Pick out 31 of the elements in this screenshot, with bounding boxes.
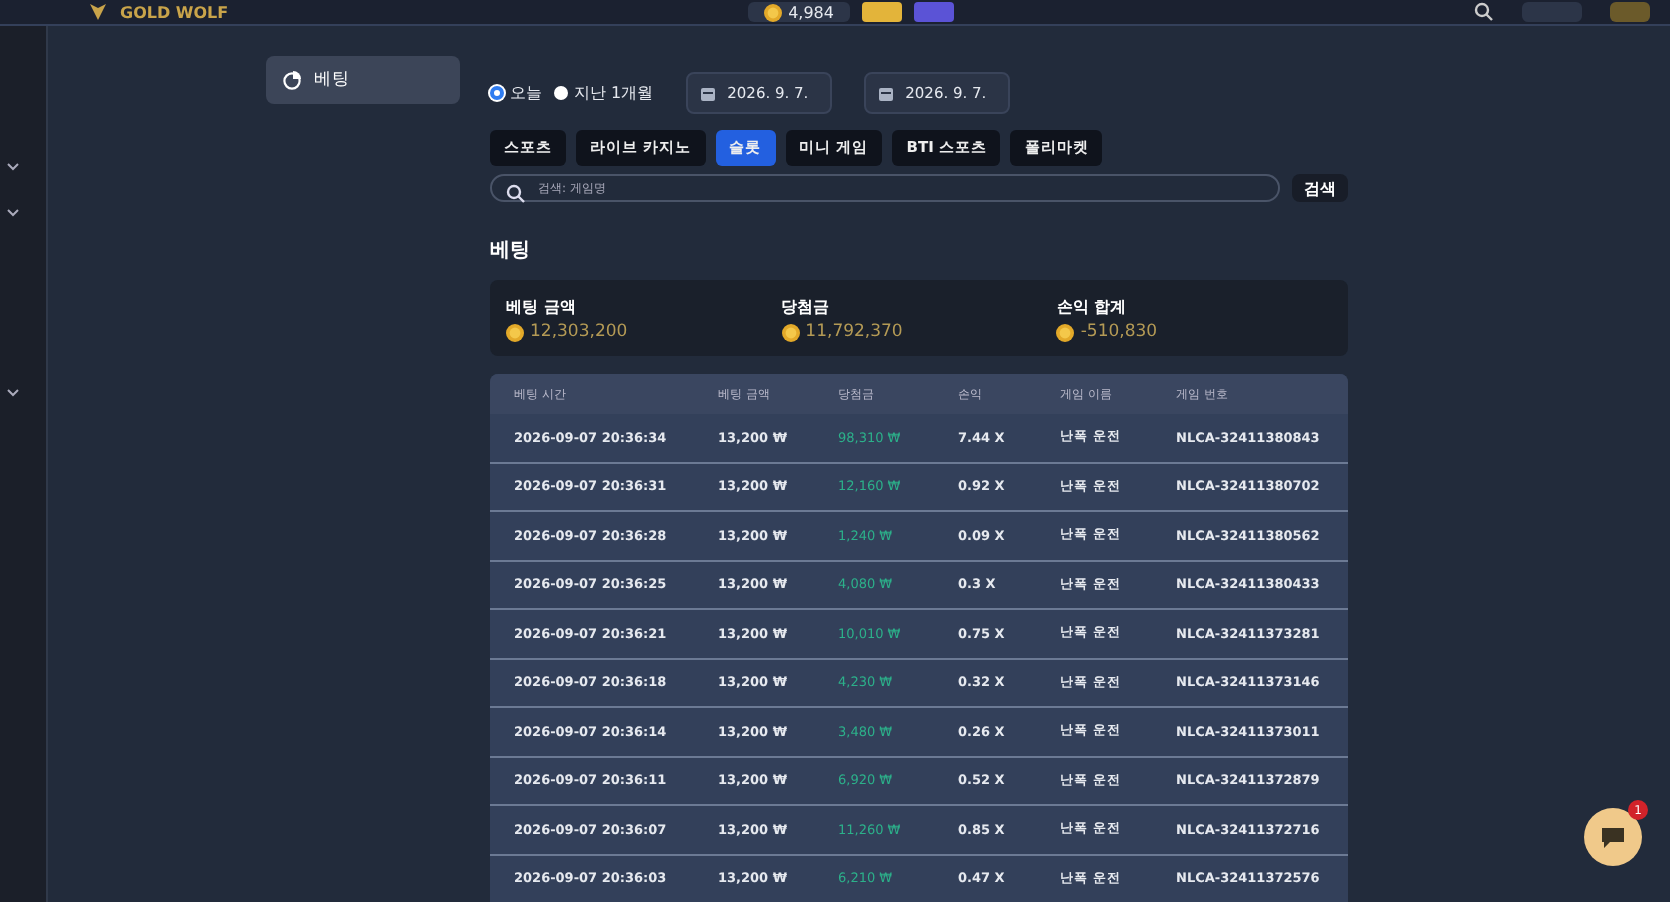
calendar-icon [699, 85, 716, 101]
summary-value: 11,792,370 [805, 322, 903, 342]
calendar-icon [877, 85, 894, 101]
coin-icon [781, 323, 800, 341]
search-icon [506, 183, 526, 203]
radio-label: 지난 1개월 [574, 82, 654, 104]
summary-value: 12,303,200 [530, 322, 628, 342]
chevron-down-icon[interactable] [6, 388, 20, 398]
radio-label: 오늘 [510, 82, 542, 104]
coin-icon [764, 3, 783, 21]
logo-icon [88, 2, 108, 22]
coin-icon [506, 323, 524, 341]
pie-chart-icon [282, 70, 302, 90]
cart-button[interactable] [861, 2, 902, 22]
balance-display[interactable]: 4,984 [748, 2, 850, 22]
chevron-down-icon[interactable] [6, 162, 20, 172]
logo-text: GOLD WOLF [120, 3, 229, 21]
summary-value: -510,830 [1080, 322, 1158, 342]
search-button[interactable]: 검색 [1292, 174, 1348, 202]
summary-label: 손익 합계 [1056, 296, 1129, 318]
chevron-down-icon[interactable] [6, 208, 20, 218]
search-icon[interactable] [1473, 2, 1494, 22]
coin-icon [1056, 323, 1075, 341]
summary-label: 베팅 금액 [506, 296, 578, 318]
wallet-button[interactable] [913, 2, 954, 22]
side-menu-item[interactable]: 베팅 [266, 56, 460, 104]
radio-button[interactable] [554, 86, 568, 100]
chat-icon [1600, 825, 1626, 849]
summary-label: 당첨금 [781, 296, 832, 318]
radio-button[interactable] [490, 86, 504, 100]
section-title: 베팅 [490, 238, 532, 264]
